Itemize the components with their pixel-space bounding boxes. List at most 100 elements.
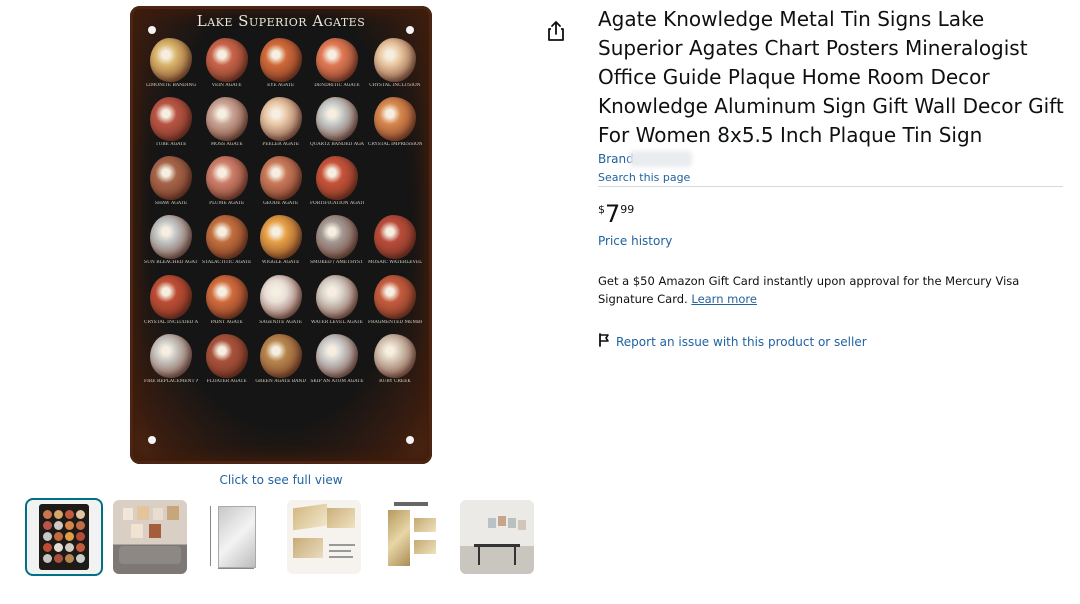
- agate-label: Quartz Banded Agate: [309, 142, 364, 148]
- agate-label: Fortification Agate: [309, 201, 364, 207]
- agate-label: Moss Agate: [210, 142, 243, 148]
- poster-title: Lake Superior Agates: [196, 12, 366, 30]
- price-fraction: 99: [620, 203, 635, 216]
- agate-label: Wiggle Agate: [261, 260, 300, 266]
- agate-stone: [373, 97, 416, 142]
- agate-stone: [259, 215, 302, 260]
- agate-item: Smoked / Amethyst Agate: [310, 215, 364, 272]
- thumbnail-style-image: [374, 500, 448, 574]
- agate-item: Water Level Agate: [310, 274, 364, 332]
- thumbnail-poster[interactable]: [27, 500, 101, 574]
- agate-item: Shaw Agate: [144, 156, 198, 213]
- agate-label: Water Level Agate: [311, 319, 363, 325]
- agate-item: Tube Agate: [144, 97, 198, 154]
- agate-item: Crystal Impressions: [368, 97, 422, 154]
- rivet-hole: [148, 26, 156, 34]
- brand-name-redacted: [630, 151, 692, 167]
- agate-label: Vein Agate: [211, 83, 242, 88]
- agate-label: Geode Agate: [263, 201, 299, 207]
- flag-icon: [598, 332, 610, 351]
- agate-item: Crystal Included Agate: [144, 274, 198, 332]
- agate-stone: [205, 38, 248, 82]
- agate-item: Paint Agate: [202, 274, 251, 332]
- share-icon[interactable]: [546, 20, 566, 42]
- agate-stone: [373, 274, 416, 319]
- agate-stone: [373, 333, 416, 378]
- agate-label: Tube Agate: [155, 142, 187, 148]
- agate-item: Mosaic Waterlevel: [368, 215, 422, 272]
- brand-link[interactable]: Brand: [598, 152, 634, 166]
- agate-stone: [315, 38, 358, 82]
- agate-item: Crystal Inclusion: [368, 38, 422, 95]
- price-history-link[interactable]: Price history: [598, 234, 672, 248]
- agate-stone: [150, 274, 192, 319]
- agate-item: Fortification Agate: [310, 156, 364, 213]
- agate-label: Fragmented Membrane Agate: [367, 319, 422, 325]
- agate-item: Geode Agate: [255, 156, 306, 213]
- agate-stone: [150, 333, 192, 378]
- agate-item: Sagenite Agate: [255, 274, 306, 332]
- thumbnail-dimensions[interactable]: [200, 500, 274, 574]
- click-to-see-full-view-link[interactable]: Click to see full view: [160, 473, 402, 487]
- agate-stone: [315, 97, 358, 142]
- search-this-page-link[interactable]: Search this page: [598, 171, 690, 184]
- agate-stone: [315, 333, 358, 378]
- agate-stone: [150, 97, 192, 142]
- price-whole: 7: [605, 200, 621, 228]
- agate-item: Dendritic Agate: [310, 38, 364, 95]
- agate-label: Sagenite Agate: [259, 319, 303, 325]
- agate-label: Mosaic Waterlevel: [367, 260, 422, 266]
- agate-label: Sun Bleached Agate: [144, 260, 198, 266]
- agate-label: Peeler Agate: [262, 142, 300, 148]
- agate-stone: [259, 97, 302, 142]
- agate-stone: [315, 274, 358, 319]
- thumbnail-plaques[interactable]: [287, 500, 361, 574]
- agate-item: Vein Agate: [202, 38, 251, 95]
- agate-label: Shaw Agate: [154, 201, 188, 207]
- agate-label: Crystal Included Agate: [144, 319, 198, 325]
- agate-label: Limonite Banding: [146, 83, 196, 88]
- agate-item: Moss Agate: [202, 97, 251, 154]
- thumbnail-dining-room[interactable]: [460, 500, 534, 574]
- agate-stone: [315, 156, 358, 201]
- agate-item: Floater Agate: [202, 333, 251, 391]
- agate-stone: [205, 333, 248, 378]
- agate-item: Plume Agate: [202, 156, 251, 213]
- agate-item: Ruby Creek: [368, 333, 422, 391]
- learn-more-link[interactable]: Learn more: [691, 292, 757, 306]
- agate-item: Skip An Atom Agate: [310, 333, 364, 391]
- agate-stone: [205, 215, 248, 260]
- price: $799: [598, 200, 634, 228]
- agate-item: [368, 156, 422, 213]
- agate-label: Green Agate Band: [255, 378, 306, 384]
- agate-stone: [205, 97, 248, 142]
- agate-grid: Limonite Banding Vein Agate Eye Agate Dendr…: [144, 38, 422, 450]
- agate-stone: [373, 215, 416, 260]
- thumbnail-style[interactable]: [374, 500, 448, 574]
- thumbnail-dining-room-image: [460, 500, 534, 574]
- agate-item: Fire Replacement Agate: [144, 333, 198, 391]
- agate-item: Limonite Banding: [144, 38, 198, 95]
- thumbnail-room-wall[interactable]: [113, 500, 187, 574]
- agate-stone: [150, 38, 192, 82]
- agate-item: Sun Bleached Agate: [144, 215, 198, 272]
- report-issue-link[interactable]: Report an issue with this product or sel…: [598, 332, 867, 351]
- agate-item: Wiggle Agate: [255, 215, 306, 272]
- agate-label: Eye Agate: [267, 83, 295, 88]
- agate-label: Plume Agate: [209, 201, 245, 207]
- main-product-image[interactable]: Lake Superior Agates Limonite Banding Vei…: [130, 6, 432, 464]
- report-issue-text: Report an issue with this product or sel…: [616, 334, 867, 349]
- divider: [598, 186, 1063, 187]
- agate-item: Fragmented Membrane Agate: [367, 274, 422, 332]
- agate-stone: [205, 156, 248, 201]
- agate-label: Skip An Atom Agate: [310, 378, 364, 384]
- promo-text: Get a $50 Amazon Gift Card instantly upo…: [598, 274, 1020, 306]
- agate-stone: [259, 333, 302, 378]
- agate-label: Crystal Inclusion: [369, 83, 421, 88]
- agate-item: Green Agate Band: [255, 333, 306, 391]
- agate-stone: [259, 274, 302, 319]
- agate-label: Ruby Creek: [379, 378, 411, 384]
- agate-label: Floater Agate: [206, 378, 247, 384]
- agate-item: Stalactitic Agate: [202, 215, 251, 272]
- agate-stone: [259, 156, 302, 201]
